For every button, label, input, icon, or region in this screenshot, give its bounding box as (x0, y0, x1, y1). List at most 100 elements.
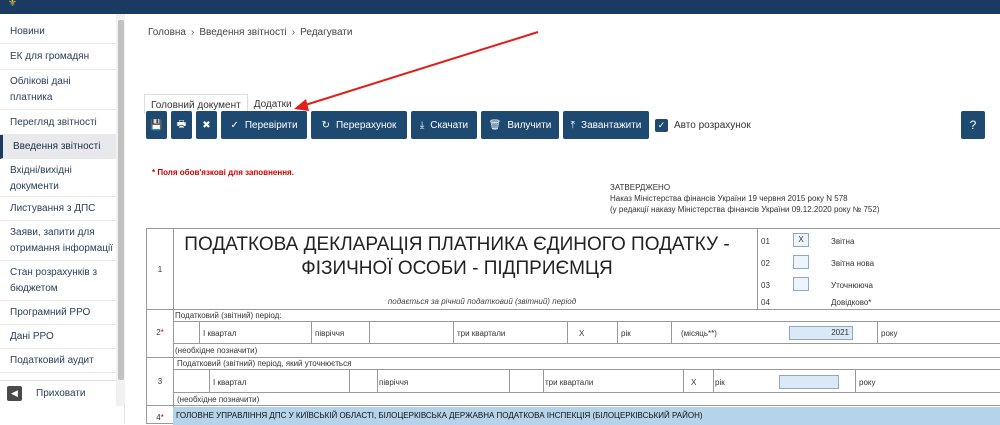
check-label: Перевірити (244, 119, 298, 131)
period-year-mark[interactable]: X (579, 329, 584, 338)
upload-button[interactable]: ⤒ Завантажити (563, 111, 649, 139)
period-q1: І квартал (203, 329, 237, 338)
checkmark-icon: ✓ (230, 119, 239, 131)
period-roku: року (881, 329, 898, 338)
close-icon: ✖ (202, 119, 211, 131)
check-button[interactable]: ✓ Перевірити (221, 111, 307, 139)
declaration-form: 1 ПОДАТКОВА ДЕКЛАРАЦІЯ ПЛАТНИКА ЄДИНОГО … (146, 228, 1000, 425)
breadcrumb: Головна › Введення звітності › Редагуват… (148, 27, 352, 38)
save-button[interactable]: 💾 (146, 111, 167, 139)
grid-line (377, 369, 378, 392)
grid-line (877, 321, 878, 343)
breadcrumb-home[interactable]: Головна (148, 27, 186, 38)
delete-label: Вилучити (507, 119, 552, 131)
grid-line (147, 357, 1000, 358)
period-note: (необхідне позначити) (175, 346, 258, 355)
period-half: півріччя (315, 329, 345, 338)
auto-calc-label: Авто розрахунок (674, 119, 751, 131)
sidebar-item-documents[interactable]: Вхідні/вихідні документи (0, 159, 124, 197)
refresh-icon: ↻ (321, 119, 330, 131)
sidebar-scroll-thumb[interactable] (118, 20, 124, 380)
type-label: Звітна (831, 237, 855, 246)
clarified-half: півріччя (379, 378, 409, 387)
clarified-year-input[interactable] (779, 375, 839, 389)
period-year: рік (621, 329, 631, 338)
grid-line (173, 343, 1000, 344)
title-line-2: ФІЗИЧНОЇ ОСОБИ - ПІДПРИЄМЦЯ (301, 258, 613, 279)
period-year-input[interactable]: 2021 (789, 326, 853, 340)
type-checkbox-reporting[interactable]: X (793, 233, 809, 247)
checkbox-checked-icon[interactable]: ✓ (655, 118, 668, 132)
hide-sidebar-button[interactable]: ◀ Приховати (0, 380, 116, 406)
sidebar-item-ek[interactable]: ЕК для громадян (0, 44, 124, 70)
clarified-note: (необхідне позначити) (177, 395, 260, 404)
clarified-period-header: Податковий (звітний) період, який уточню… (177, 359, 352, 368)
close-button[interactable]: ✖ (196, 111, 217, 139)
sidebar-item-correspondence[interactable]: Листування з ДПС (0, 197, 124, 221)
clarified-q3: три квартали (545, 378, 594, 387)
sidebar-item-view-reports[interactable]: Перегляд звітності (0, 110, 124, 135)
approved-revision: (у редакції наказу Міністерства фінансів… (610, 205, 880, 214)
type-checkbox-clarifying[interactable] (793, 277, 809, 291)
recalc-button[interactable]: ↻ Перерахунок (311, 111, 407, 139)
printer-icon: 🖶 (176, 118, 187, 130)
grid-line (173, 321, 1000, 322)
sidebar-item-tax-audit[interactable]: Податковий аудит (0, 349, 124, 373)
period-q3: три квартали (457, 329, 506, 338)
type-label: Довідково* (831, 298, 872, 307)
sidebar: Новини ЕК для громадян Облікові дані пла… (0, 14, 125, 424)
row-number: 3 (157, 377, 163, 386)
grid-line (757, 229, 758, 309)
download-label: Скачати (430, 119, 469, 131)
grid-line (147, 309, 1000, 310)
toolbar: 💾 🖶 ✖ ✓ Перевірити ↻ Перерахунок ⤓ Скачати … (146, 111, 751, 139)
sidebar-item-software-rro[interactable]: Програмний РРО (0, 301, 124, 325)
main-content: Головна › Введення звітності › Редагуват… (126, 14, 1000, 425)
grid-line (453, 321, 454, 343)
row-number: 4* (156, 413, 164, 422)
grid-line (173, 229, 174, 425)
grid-line (543, 369, 544, 392)
tax-authority-field[interactable]: ГОЛОВНЕ УПРАВЛІННЯ ДПС У КИЇВСЬКІЙ ОБЛАС… (173, 407, 1000, 425)
period-month: (місяць**) (681, 329, 717, 338)
type-checkbox-new[interactable] (793, 255, 809, 269)
trash-icon: 🗑 (488, 119, 502, 131)
grid-line (311, 321, 312, 343)
type-num: 04 (761, 298, 770, 307)
clarified-roku: року (859, 378, 876, 387)
sidebar-item-requests[interactable]: Заяви, запити для отримання інформації (0, 221, 124, 261)
sidebar-item-news[interactable]: Новини (0, 20, 124, 44)
chevron-right-icon: › (191, 27, 195, 38)
top-bar: ⚜ (0, 0, 1000, 14)
grid-line (567, 321, 568, 343)
declaration-subtitle: подається за річний податковий (звітний)… (387, 297, 577, 306)
sidebar-item-settlements[interactable]: Стан розрахунків з бюджетом (0, 261, 124, 301)
grid-line (683, 369, 684, 392)
breadcrumb-enter-reports[interactable]: Введення звітності (199, 27, 286, 38)
delete-button[interactable]: 🗑 Вилучити (481, 111, 559, 139)
sidebar-item-account[interactable]: Облікові дані платника (0, 70, 124, 110)
sidebar-item-enter-reports[interactable]: Введення звітності (0, 135, 124, 159)
grid-line (671, 321, 672, 343)
chevron-right-icon: › (291, 27, 296, 38)
approved-order: Наказ Міністерства фінансів України 19 ч… (610, 194, 848, 203)
grid-line (369, 321, 370, 343)
type-num: 01 (761, 237, 770, 246)
recalc-label: Перерахунок (335, 119, 397, 131)
clarified-year-mark[interactable]: X (691, 378, 696, 387)
print-button[interactable]: 🖶 (171, 111, 192, 139)
grid-line (509, 369, 510, 392)
help-button[interactable]: ? (961, 111, 985, 139)
grid-line (173, 369, 1000, 370)
row-number: 2* (156, 328, 164, 337)
required-fields-note: * Поля обов'язкові для заповнення. (152, 168, 294, 177)
sidebar-item-rro-data[interactable]: Дані РРО (0, 325, 124, 349)
approval-block: ЗАТВЕРДЖЕНО Наказ Міністерства фінансів … (610, 182, 879, 215)
grid-line (349, 369, 350, 392)
grid-line (713, 369, 714, 392)
declaration-title: ПОДАТКОВА ДЕКЛАРАЦІЯ ПЛАТНИКА ЄДИНОГО ПО… (177, 233, 737, 281)
upload-icon: ⤒ (570, 119, 576, 131)
auto-calc-toggle[interactable]: ✓ Авто розрахунок (655, 118, 751, 132)
grid-line (199, 321, 200, 343)
download-button[interactable]: ⤓ Скачати (411, 111, 477, 139)
